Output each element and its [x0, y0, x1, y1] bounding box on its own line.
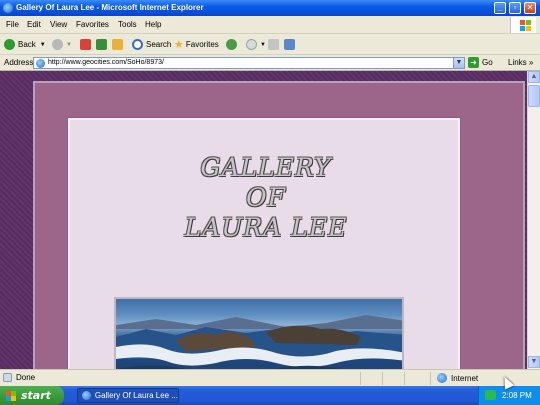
home-button[interactable]: [112, 37, 123, 52]
go-arrow-icon: ➜: [468, 57, 479, 68]
favorites-label: Favorites: [185, 40, 219, 49]
address-bar: Address http://www.geocities.com/SoHo/89…: [0, 55, 540, 71]
zone-label: Internet: [451, 373, 479, 383]
search-button[interactable]: Search: [132, 37, 171, 52]
status-divider: [430, 372, 431, 385]
gallery-title-line-2: OF: [246, 183, 286, 212]
taskbar-window-label: Gallery Of Laura Lee ...: [94, 391, 178, 400]
taskbar: start Gallery Of Laura Lee ... 2:08 PM: [0, 386, 540, 405]
mail-icon: [246, 39, 257, 50]
maximize-button[interactable]: ▫: [509, 2, 521, 14]
page-icon: [36, 59, 45, 68]
back-label: Back: [18, 40, 36, 49]
menu-bar: File Edit View Favorites Tools Help: [0, 16, 540, 34]
home-icon: [112, 39, 123, 50]
chevron-down-icon[interactable]: ▼: [260, 42, 266, 48]
taskbar-window-button[interactable]: Gallery Of Laura Lee ...: [77, 388, 179, 403]
windows-logo-icon: [510, 17, 536, 33]
start-label: start: [21, 389, 51, 402]
security-zone: Internet: [437, 373, 478, 383]
start-button[interactable]: start: [0, 386, 64, 405]
address-label: Address: [4, 58, 34, 67]
status-divider: [360, 372, 361, 385]
status-done-label: Done: [16, 373, 36, 382]
menu-help[interactable]: Help: [145, 20, 161, 29]
forward-button[interactable]: ▼: [52, 37, 72, 52]
seascape-image: [116, 315, 402, 369]
page-done-icon: [3, 373, 12, 382]
gallery-title-line-3: LAURA LEE: [184, 213, 348, 242]
title-bar: Gallery Of Laura Lee - Microsoft Interne…: [0, 0, 540, 16]
mail-button[interactable]: ▼: [246, 37, 266, 52]
clock[interactable]: 2:08 PM: [502, 391, 532, 400]
minimize-button[interactable]: _: [494, 2, 506, 14]
menu-file[interactable]: File: [6, 20, 19, 29]
status-bar: Done Internet: [0, 369, 540, 386]
page-viewport[interactable]: GALLERY OF LAURA LEE: [0, 71, 540, 369]
search-label: Search: [146, 40, 172, 49]
seascape-painting[interactable]: [114, 297, 404, 369]
toolbar: Back ▼ ▼ Search ★ Favorites ▼: [0, 34, 540, 55]
edit-icon: [284, 39, 295, 50]
search-icon: [132, 39, 143, 50]
back-arrow-icon: [4, 39, 15, 50]
globe-icon: [437, 373, 447, 383]
menu-tools[interactable]: Tools: [118, 20, 137, 29]
go-button[interactable]: ➜ Go: [468, 57, 493, 68]
print-button[interactable]: [268, 37, 279, 52]
menu-edit[interactable]: Edit: [27, 20, 41, 29]
gallery-title-line-1: GALLERY: [200, 153, 332, 182]
status-text: Done: [3, 373, 35, 382]
links-label: Links: [508, 58, 527, 67]
links-button[interactable]: Links »: [508, 58, 533, 67]
star-icon: ★: [174, 39, 184, 51]
status-divider: [404, 372, 405, 385]
page-panel: GALLERY OF LAURA LEE: [68, 118, 460, 369]
refresh-button[interactable]: [96, 37, 107, 52]
scroll-down-button[interactable]: ▼: [528, 356, 540, 368]
close-button[interactable]: ✕: [524, 2, 536, 14]
internet-explorer-icon: [3, 3, 13, 13]
address-url[interactable]: http://www.geocities.com/SoHo/8973/: [48, 59, 164, 66]
address-input[interactable]: http://www.geocities.com/SoHo/8973/: [33, 57, 465, 69]
chevron-down-icon[interactable]: ▼: [40, 42, 46, 48]
chevron-down-icon[interactable]: ▼: [66, 42, 72, 48]
scroll-thumb[interactable]: [528, 85, 540, 107]
vertical-scrollbar[interactable]: ▲ ▼: [527, 71, 540, 369]
window-title: Gallery Of Laura Lee - Microsoft Interne…: [16, 3, 204, 12]
refresh-icon: [96, 39, 107, 50]
address-dropdown-button[interactable]: ▼: [453, 57, 465, 69]
forward-arrow-icon: [52, 39, 63, 50]
stop-button[interactable]: [80, 37, 91, 52]
print-icon: [268, 39, 279, 50]
go-label: Go: [482, 58, 493, 67]
stop-icon: [80, 39, 91, 50]
network-icon[interactable]: [485, 390, 496, 400]
scroll-up-button[interactable]: ▲: [528, 71, 540, 83]
edit-button[interactable]: [284, 37, 295, 52]
favorites-button[interactable]: ★ Favorites: [174, 37, 219, 52]
history-button[interactable]: [226, 37, 240, 52]
back-button[interactable]: Back ▼: [4, 37, 46, 52]
system-tray: 2:08 PM: [478, 386, 540, 405]
menu-view[interactable]: View: [50, 20, 67, 29]
status-divider: [382, 372, 383, 385]
menu-favorites[interactable]: Favorites: [76, 20, 109, 29]
internet-explorer-icon: [82, 391, 91, 400]
history-icon: [226, 39, 237, 50]
windows-flag-icon: [6, 390, 16, 401]
